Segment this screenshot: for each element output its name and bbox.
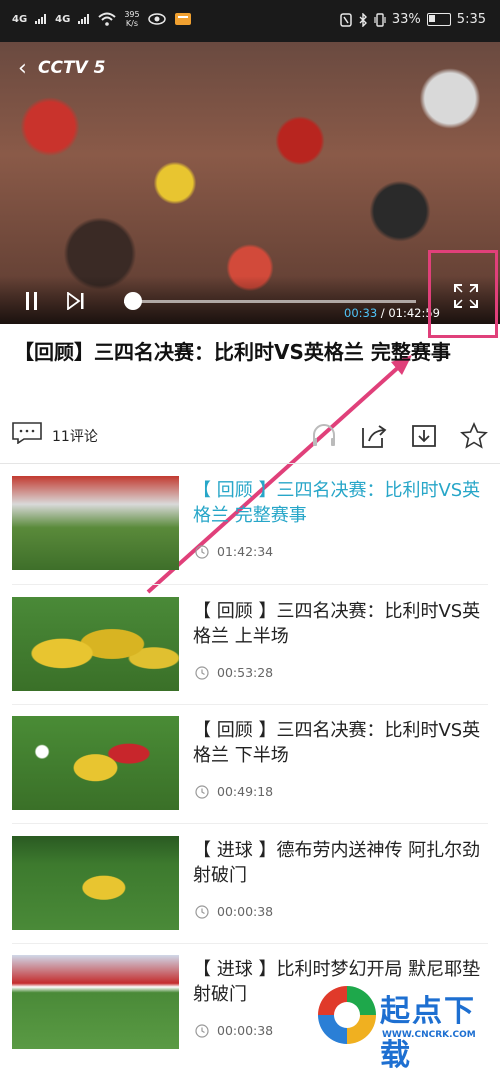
duration-text: 01:42:34	[217, 544, 274, 559]
comment-count[interactable]: 11评论	[52, 426, 98, 446]
watermark-url: WWW.CNCRK.COM	[382, 1030, 476, 1040]
share-icon[interactable]	[360, 422, 388, 450]
list-item-title[interactable]: 【 回顾 】三四名决赛：比利时VS英格兰 上半场	[193, 599, 483, 649]
list-item-title[interactable]: 【 回顾 】三四名决赛：比利时VS英格兰 完整赛事	[193, 478, 483, 528]
site-watermark: 起点下载 WWW.CNCRK.COM	[318, 984, 498, 1073]
duration-text: 00:53:28	[217, 665, 274, 680]
favorite-star-icon[interactable]	[460, 422, 488, 450]
list-separator	[12, 823, 488, 824]
list-item-duration: 00:00:38	[195, 1023, 273, 1038]
duration-text: 00:00:38	[217, 1023, 274, 1038]
duration-text: 00:49:18	[217, 784, 274, 799]
list-item[interactable]: 【 回顾 】三四名决赛：比利时VS英格兰 上半场 00:53:28	[0, 597, 500, 709]
clock-icon	[195, 1023, 209, 1038]
list-item[interactable]: 【 回顾 】三四名决赛：比利时VS英格兰 完整赛事 01:42:34	[0, 476, 500, 588]
clock-icon	[195, 544, 209, 559]
watermark-logo-icon	[318, 986, 376, 1044]
video-title: 【回顾】三四名决赛：比利时VS英格兰 完整赛事	[14, 340, 451, 364]
section-divider	[0, 463, 500, 464]
list-item-title[interactable]: 【 回顾 】三四名决赛：比利时VS英格兰 下半场	[193, 718, 483, 768]
list-separator	[12, 584, 488, 585]
headphones-icon[interactable]	[310, 422, 338, 450]
comment-icon[interactable]	[12, 422, 42, 444]
list-item-title[interactable]: 【 进球 】德布劳内送神传 阿扎尔劲射破门	[193, 838, 483, 888]
action-bar: 11评论	[0, 418, 500, 454]
list-separator	[12, 943, 488, 944]
video-thumbnail[interactable]	[12, 476, 179, 570]
video-thumbnail[interactable]	[12, 836, 179, 930]
video-thumbnail[interactable]	[12, 716, 179, 810]
duration-text: 00:00:38	[217, 904, 274, 919]
video-thumbnail[interactable]	[12, 955, 179, 1049]
video-thumbnail[interactable]	[12, 597, 179, 691]
list-item[interactable]: 【 回顾 】三四名决赛：比利时VS英格兰 下半场 00:49:18	[0, 716, 500, 828]
list-item-duration: 00:00:38	[195, 904, 273, 919]
clock-icon	[195, 904, 209, 919]
clock-icon	[195, 784, 209, 799]
list-item-duration: 00:53:28	[195, 665, 273, 680]
list-separator	[12, 704, 488, 705]
list-item[interactable]: 【 进球 】德布劳内送神传 阿扎尔劲射破门 00:00:38	[0, 836, 500, 948]
clock-icon	[195, 665, 209, 680]
download-icon[interactable]	[410, 422, 438, 450]
list-item-duration: 00:49:18	[195, 784, 273, 799]
list-item-duration: 01:42:34	[195, 544, 273, 559]
